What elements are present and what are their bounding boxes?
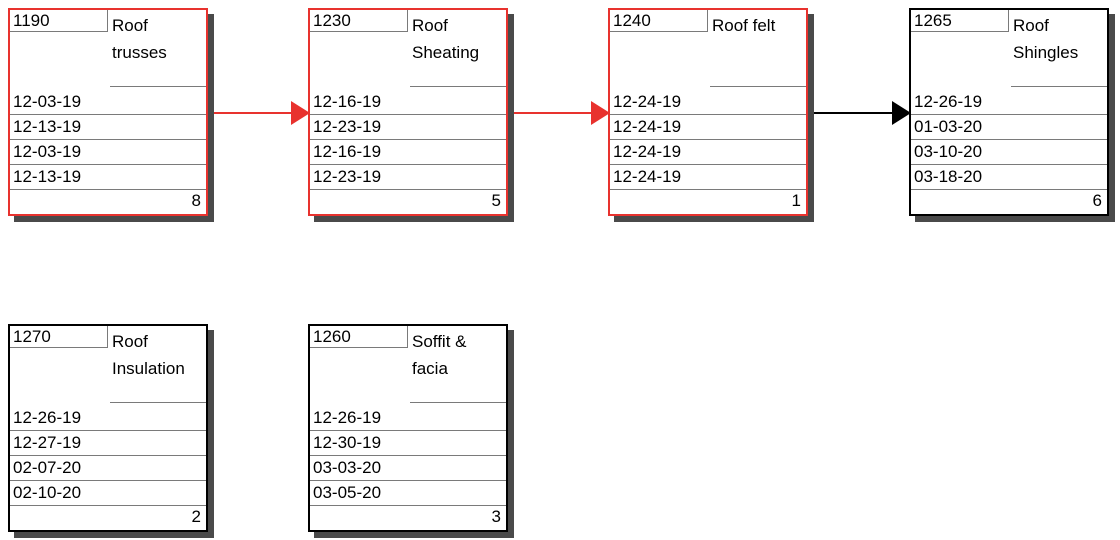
date-list: 12-16-19 12-23-19 12-16-19 12-23-19: [310, 90, 506, 190]
task-name-line1: Soffit &: [412, 332, 467, 351]
task-name: Roof Insulation: [112, 328, 206, 382]
task-name-line1: Roof felt: [712, 16, 776, 35]
date-early-start: 12-24-19: [610, 90, 806, 115]
task-name: Roof Shingles: [1013, 12, 1107, 66]
task-node-1265[interactable]: 1265 Roof Shingles 12-26-19 01-03-20 03-…: [909, 8, 1109, 216]
date-list: 12-26-19 01-03-20 03-10-20 03-18-20: [911, 90, 1107, 190]
task-name: Roof felt: [712, 12, 806, 39]
date-list: 12-26-19 12-30-19 03-03-20 03-05-20: [310, 406, 506, 506]
task-id: 1265: [911, 10, 1009, 32]
node-header: 1230 Roof Sheating: [310, 10, 506, 90]
date-late-start: 12-03-19: [10, 140, 206, 165]
task-id: 1230: [310, 10, 408, 32]
date-late-finish: 12-23-19: [310, 165, 506, 190]
task-name-line1: Roof: [112, 16, 148, 35]
node-header: 1240 Roof felt: [610, 10, 806, 90]
node-header: 1260 Soffit & facia: [310, 326, 506, 406]
date-list: 12-24-19 12-24-19 12-24-19 12-24-19: [610, 90, 806, 190]
task-node-1270[interactable]: 1270 Roof Insulation 12-26-19 12-27-19 0…: [8, 324, 208, 532]
network-diagram: 1190 Roof trusses 12-03-19 12-13-19 12-0…: [0, 0, 1120, 540]
task-name: Soffit & facia: [412, 328, 506, 382]
divider: [110, 86, 206, 87]
date-late-finish: 03-05-20: [310, 481, 506, 506]
date-early-finish: 12-27-19: [10, 431, 206, 456]
task-name-line2: Insulation: [112, 359, 185, 378]
date-early-finish: 12-24-19: [610, 115, 806, 140]
task-node-1230[interactable]: 1230 Roof Sheating 12-16-19 12-23-19 12-…: [308, 8, 508, 216]
task-name-line2: Shingles: [1013, 43, 1079, 62]
divider: [410, 86, 506, 87]
date-early-finish: 12-23-19: [310, 115, 506, 140]
task-id: 1240: [610, 10, 708, 32]
date-late-finish: 12-24-19: [610, 165, 806, 190]
task-node-1260[interactable]: 1260 Soffit & facia 12-26-19 12-30-19 03…: [308, 324, 508, 532]
task-duration: 6: [1092, 191, 1102, 210]
date-early-start: 12-26-19: [10, 406, 206, 431]
date-late-start: 12-24-19: [610, 140, 806, 165]
date-early-start: 12-26-19: [310, 406, 506, 431]
task-id: 1190: [10, 10, 108, 32]
divider: [710, 86, 806, 87]
node-header: 1270 Roof Insulation: [10, 326, 206, 406]
link-1230-1240: [510, 101, 610, 125]
task-duration: 8: [191, 191, 201, 210]
date-list: 12-26-19 12-27-19 02-07-20 02-10-20: [10, 406, 206, 506]
date-early-start: 12-26-19: [911, 90, 1107, 115]
divider: [110, 402, 206, 403]
date-late-start: 02-07-20: [10, 456, 206, 481]
date-late-finish: 03-18-20: [911, 165, 1107, 190]
date-late-finish: 12-13-19: [10, 165, 206, 190]
task-id: 1270: [10, 326, 108, 348]
task-duration: 3: [491, 507, 501, 526]
task-duration: 1: [791, 191, 801, 210]
task-name-line2: trusses: [112, 43, 167, 62]
task-node-1240[interactable]: 1240 Roof felt 12-24-19 12-24-19 12-24-1…: [608, 8, 808, 216]
divider: [1011, 86, 1107, 87]
task-duration: 5: [491, 191, 501, 210]
task-name-line1: Roof: [1013, 16, 1049, 35]
link-1240-1265: [810, 101, 911, 125]
date-early-finish: 12-13-19: [10, 115, 206, 140]
date-late-start: 03-10-20: [911, 140, 1107, 165]
task-id: 1260: [310, 326, 408, 348]
task-name: Roof trusses: [112, 12, 206, 66]
date-early-start: 12-16-19: [310, 90, 506, 115]
date-late-start: 12-16-19: [310, 140, 506, 165]
task-name-line1: Roof: [112, 332, 148, 351]
date-early-finish: 12-30-19: [310, 431, 506, 456]
date-early-start: 12-03-19: [10, 90, 206, 115]
date-list: 12-03-19 12-13-19 12-03-19 12-13-19: [10, 90, 206, 190]
divider: [410, 402, 506, 403]
task-name-line2: Sheating: [412, 43, 480, 62]
node-header: 1265 Roof Shingles: [911, 10, 1107, 90]
task-name-line2: facia: [412, 359, 448, 378]
task-name: Roof Sheating: [412, 12, 506, 66]
task-duration: 2: [191, 507, 201, 526]
task-node-1190[interactable]: 1190 Roof trusses 12-03-19 12-13-19 12-0…: [8, 8, 208, 216]
date-late-finish: 02-10-20: [10, 481, 206, 506]
task-name-line1: Roof: [412, 16, 448, 35]
date-early-finish: 01-03-20: [911, 115, 1107, 140]
link-1190-1230: [210, 101, 310, 125]
node-header: 1190 Roof trusses: [10, 10, 206, 90]
date-late-start: 03-03-20: [310, 456, 506, 481]
